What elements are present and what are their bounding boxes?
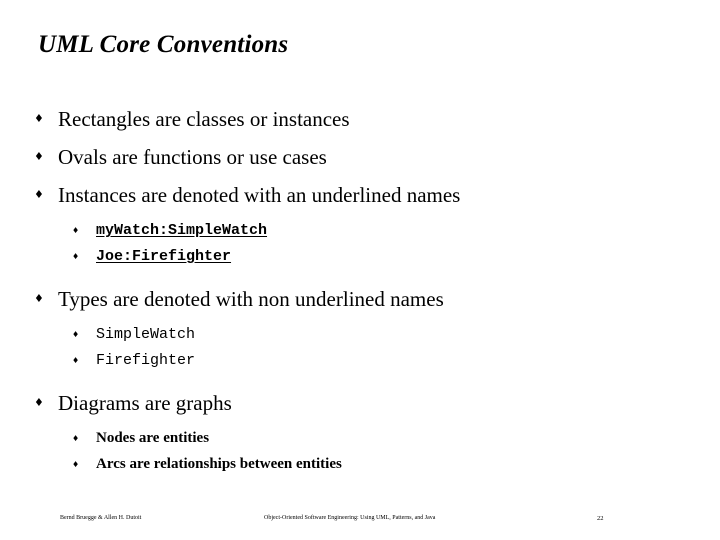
bullet-text: Instances are denoted with an underlined… <box>58 183 461 207</box>
bullet-text: Ovals are functions or use cases <box>58 145 327 169</box>
bullet-text: Rectangles are classes or instances <box>58 107 350 131</box>
footer-page-number: 22 <box>597 515 604 522</box>
diamond-bullet-icon: ♦ <box>72 434 80 443</box>
diamond-bullet-icon: ♦ <box>72 460 80 469</box>
diamond-bullet-icon: ♦ <box>34 396 44 409</box>
instance-name-text: myWatch:SimpleWatch <box>96 222 268 239</box>
diamond-bullet-icon: ♦ <box>72 226 80 235</box>
bullet-text: Types are denoted with non underlined na… <box>58 287 444 311</box>
bullet-item-level2: ♦ Firefighter <box>0 348 720 374</box>
page-title: UML Core Conventions <box>38 31 289 58</box>
type-name-text: Firefighter <box>96 352 196 369</box>
bullet-item-level2: ♦ SimpleWatch <box>0 322 720 348</box>
bullet-text: Diagrams are graphs <box>58 391 232 415</box>
slide-footer: Bernd Bruegge & Allen H. Dutoit Object-O… <box>0 514 720 528</box>
bullet-item-level2: ♦ Joe:Firefighter <box>0 244 720 270</box>
type-name-text: SimpleWatch <box>96 326 196 343</box>
bullet-item-level2: ♦ Nodes are entities <box>0 426 720 452</box>
sub-bullet-text: Arcs are relationships between entities <box>96 456 342 472</box>
footer-authors: Bernd Bruegge & Allen H. Dutoit <box>60 515 142 521</box>
bullet-list: ♦ Rectangles are classes or instances ♦ … <box>0 104 720 478</box>
bullet-item-level1: ♦ Diagrams are graphs <box>0 388 720 422</box>
slide-canvas: UML Core Conventions ♦ Rectangles are cl… <box>0 0 720 540</box>
sub-bullet-text: Nodes are entities <box>96 430 210 446</box>
bullet-item-level1: ♦ Instances are denoted with an underlin… <box>0 180 720 214</box>
bullet-item-level1: ♦ Rectangles are classes or instances <box>0 104 720 138</box>
bullet-item-level2: ♦ Arcs are relationships between entitie… <box>0 452 720 478</box>
diamond-bullet-icon: ♦ <box>34 292 44 305</box>
diamond-bullet-icon: ♦ <box>34 188 44 201</box>
instance-name-text: Joe:Firefighter <box>96 248 232 265</box>
bullet-item-level1: ♦ Ovals are functions or use cases <box>0 142 720 176</box>
diamond-bullet-icon: ♦ <box>72 356 80 365</box>
diamond-bullet-icon: ♦ <box>34 112 44 125</box>
diamond-bullet-icon: ♦ <box>72 330 80 339</box>
bullet-item-level2: ♦ myWatch:SimpleWatch <box>0 218 720 244</box>
diamond-bullet-icon: ♦ <box>72 252 80 261</box>
footer-book-title: Object-Oriented Software Engineering: Us… <box>264 515 436 521</box>
bullet-item-level1: ♦ Types are denoted with non underlined … <box>0 284 720 318</box>
diamond-bullet-icon: ♦ <box>34 150 44 163</box>
